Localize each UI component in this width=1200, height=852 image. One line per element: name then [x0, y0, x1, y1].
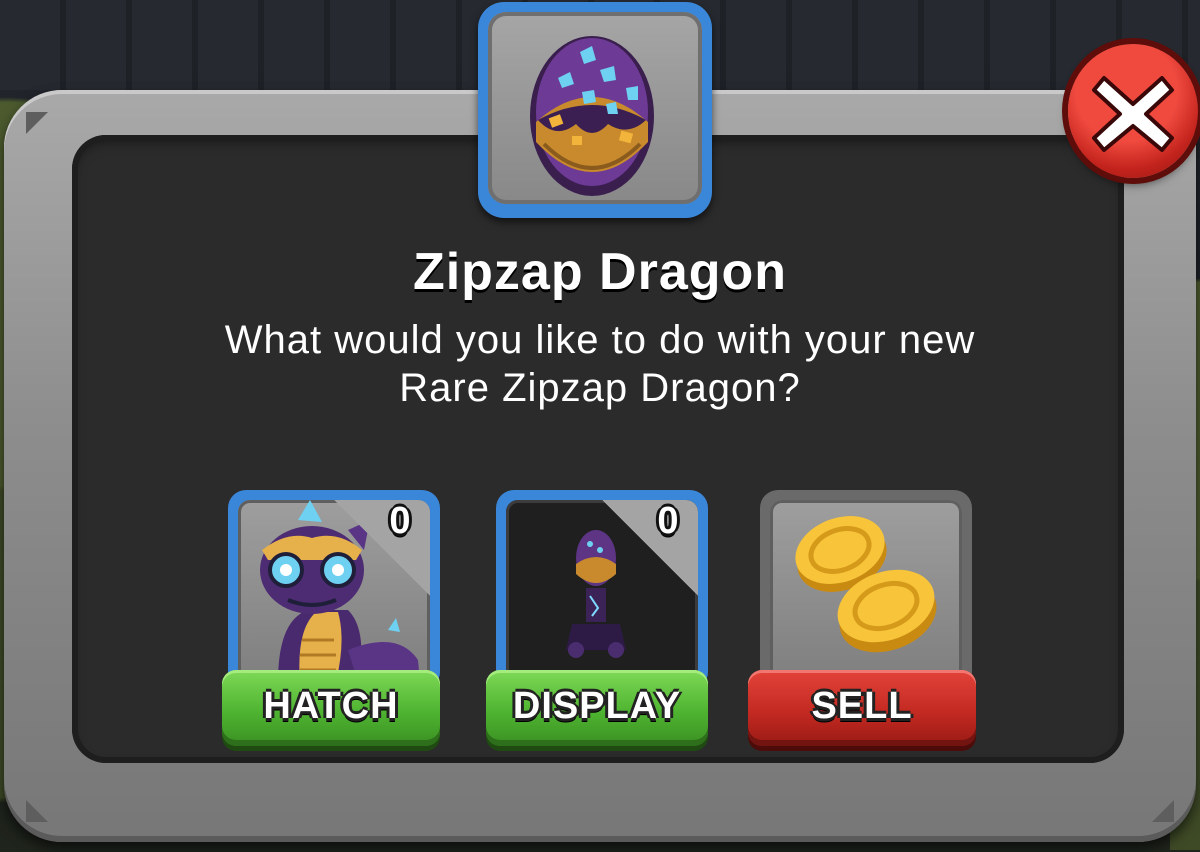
dialog-title: Zipzap Dragon [412, 243, 788, 301]
sell-card-panel [770, 500, 962, 682]
egg-medallion [478, 2, 712, 218]
dialog-message-line: Rare Zipzap Dragon? [399, 366, 801, 410]
egg-medallion-inner [488, 12, 702, 204]
hatch-card[interactable]: 0 [228, 490, 440, 690]
gold-coins-icon [795, 516, 937, 653]
frame-rivet [1152, 800, 1174, 822]
hatch-count: 0 [389, 500, 411, 542]
sell-card[interactable] [760, 490, 972, 690]
frame-rivet [26, 800, 48, 822]
frame-rivet [26, 112, 48, 134]
display-count: 0 [657, 500, 679, 542]
close-x-icon [1092, 76, 1174, 152]
close-button[interactable] [1068, 44, 1198, 178]
display-card-panel: 0 [506, 500, 698, 682]
display-card[interactable]: 0 [496, 490, 708, 690]
hatch-button[interactable]: HATCH [222, 670, 440, 746]
hatch-card-panel: 0 [238, 500, 430, 682]
sell-button[interactable]: SELL [748, 670, 976, 746]
display-button[interactable]: DISPLAY [486, 670, 708, 746]
game-scene: Zipzap Dragon What would you like to do … [0, 0, 1200, 852]
dialog-message-line: What would you like to do with your new [224, 318, 976, 362]
purple-crystal-egg-icon [530, 36, 654, 196]
dialog-message: What would you like to do with your new … [140, 316, 1060, 412]
